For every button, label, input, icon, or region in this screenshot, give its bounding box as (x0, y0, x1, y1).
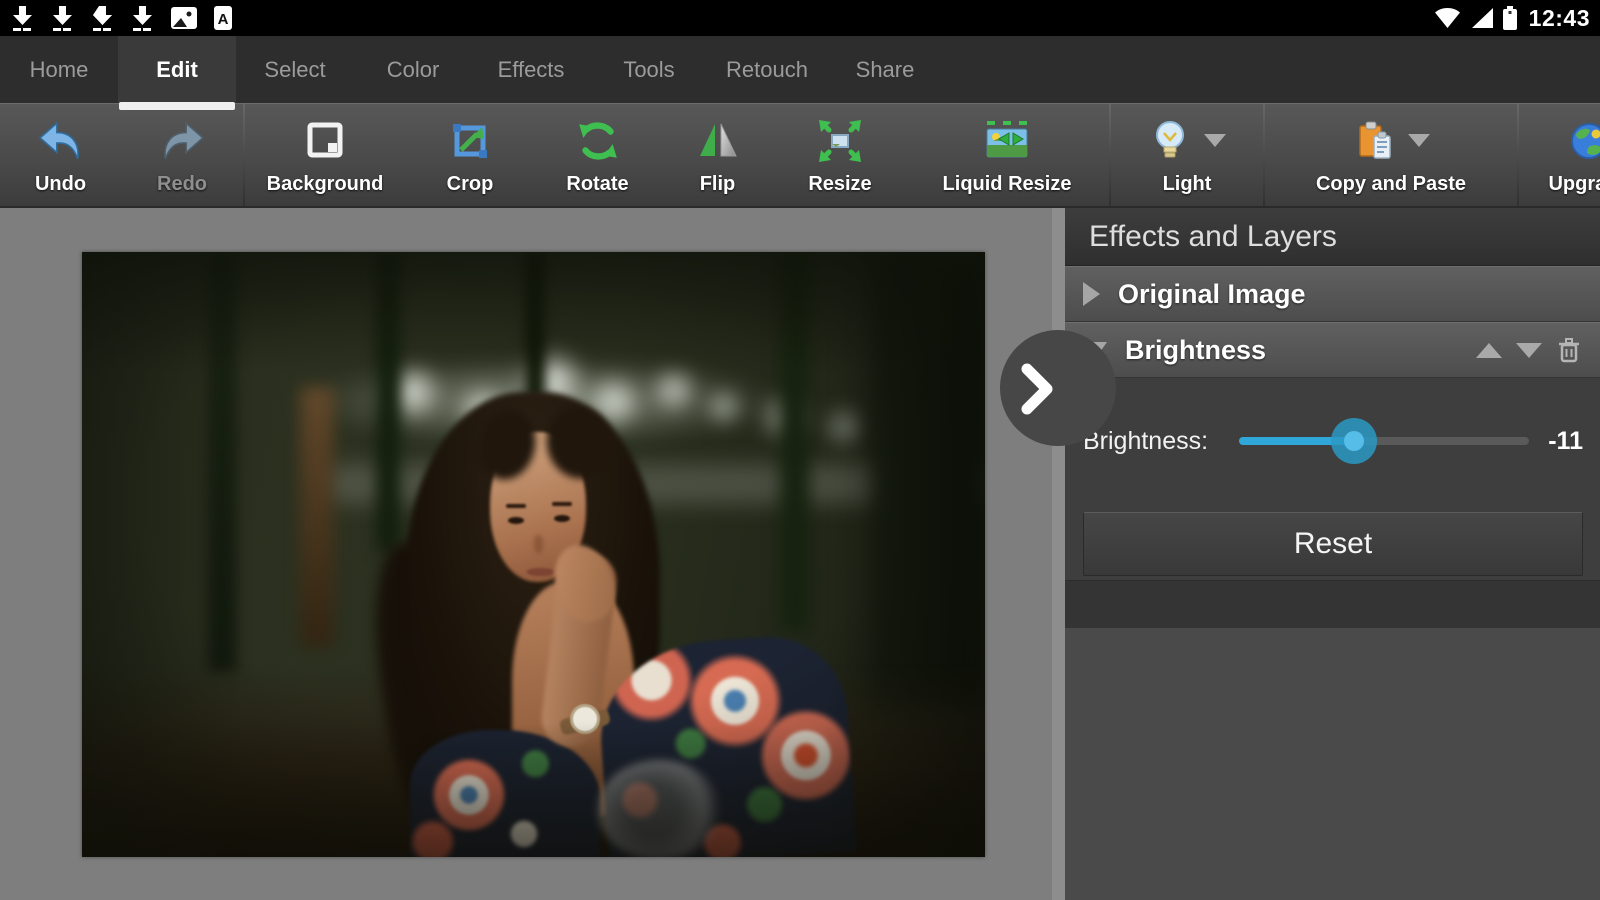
photo-canvas[interactable] (82, 252, 985, 857)
tab-select[interactable]: Select (236, 36, 354, 103)
panel-empty-area (1065, 628, 1600, 900)
layer-row-brightness[interactable]: Brightness (1065, 322, 1600, 378)
download-icon (50, 5, 75, 32)
copy-and-paste-button[interactable]: Copy and Paste (1265, 104, 1517, 206)
liquid-resize-button[interactable]: Liquid Resize (905, 104, 1109, 206)
clock: 12:43 (1529, 5, 1590, 32)
delete-layer-trash-icon[interactable] (1556, 336, 1582, 364)
crop-icon (448, 119, 492, 163)
panel-collapse-tab[interactable] (1000, 330, 1116, 446)
tab-share[interactable]: Share (826, 36, 944, 103)
brightness-slider[interactable] (1239, 418, 1529, 464)
liquid-resize-icon (983, 119, 1031, 163)
brightness-group-footer (1065, 580, 1600, 628)
wifi-icon (1434, 7, 1461, 29)
svg-text:A: A (218, 11, 229, 28)
copy-paste-dropdown-chevron-icon[interactable] (1408, 134, 1430, 147)
tab-color[interactable]: Color (354, 36, 472, 103)
effects-and-layers-panel: Effects and Layers Original Image Bright… (1065, 208, 1600, 900)
signal-icon (1470, 7, 1494, 29)
rotate-icon (575, 118, 621, 164)
image-notification-icon (170, 6, 198, 30)
panel-title: Effects and Layers (1065, 208, 1600, 266)
redo-button[interactable]: Redo (121, 104, 243, 206)
undo-button[interactable]: Undo (0, 104, 121, 206)
background-icon (303, 119, 347, 163)
panel-edge-highlight (1052, 208, 1065, 900)
tab-tools[interactable]: Tools (590, 36, 708, 103)
rotate-button[interactable]: Rotate (535, 104, 660, 206)
reset-button[interactable]: Reset (1083, 512, 1583, 576)
redo-icon (158, 120, 206, 162)
download-icon (90, 5, 115, 32)
main-menu-bar: Home Edit Select Color Effects Tools Ret… (0, 36, 1600, 103)
light-dropdown-chevron-icon[interactable] (1204, 134, 1226, 147)
battery-icon (1503, 6, 1517, 30)
status-system-icons: 12:43 (1434, 5, 1590, 32)
text-doc-notification-icon: A (213, 5, 233, 31)
app-screen: A 12:43 Home Edit Select Color Effects T… (0, 0, 1600, 900)
background-button[interactable]: Background (245, 104, 405, 206)
status-bar: A 12:43 (0, 0, 1600, 36)
brightness-slider-label: Brightness: (1083, 427, 1239, 456)
undo-icon (37, 120, 85, 162)
brightness-value: -11 (1548, 427, 1583, 456)
edit-toolbar: Undo Redo Background Crop Rotate Flip Re… (0, 103, 1600, 208)
copy-paste-icon (1352, 119, 1396, 163)
light-button[interactable]: Light (1111, 104, 1263, 206)
upgrade-button[interactable]: Upgrade (1519, 104, 1600, 206)
resize-button[interactable]: Resize (775, 104, 905, 206)
resize-icon (817, 118, 863, 164)
chevron-right-icon (1020, 363, 1054, 415)
tab-home[interactable]: Home (0, 36, 118, 103)
expand-right-icon[interactable] (1083, 282, 1100, 306)
slider-track[interactable] (1239, 437, 1529, 445)
status-notification-icons: A (10, 5, 233, 32)
tab-retouch[interactable]: Retouch (708, 36, 826, 103)
layer-row-original-image[interactable]: Original Image (1065, 266, 1600, 322)
flip-button[interactable]: Flip (660, 104, 775, 206)
upgrade-globe-icon (1567, 119, 1600, 163)
move-layer-down-icon[interactable] (1516, 343, 1542, 358)
download-icon (10, 5, 35, 32)
brightness-controls: Brightness: -11 Reset (1065, 378, 1600, 580)
flip-icon (696, 119, 740, 163)
slider-thumb[interactable] (1331, 418, 1377, 464)
light-icon (1148, 119, 1192, 163)
tab-edit[interactable]: Edit (118, 36, 236, 103)
move-layer-up-icon[interactable] (1476, 343, 1502, 358)
download-icon (130, 5, 155, 32)
tab-effects[interactable]: Effects (472, 36, 590, 103)
crop-button[interactable]: Crop (405, 104, 535, 206)
